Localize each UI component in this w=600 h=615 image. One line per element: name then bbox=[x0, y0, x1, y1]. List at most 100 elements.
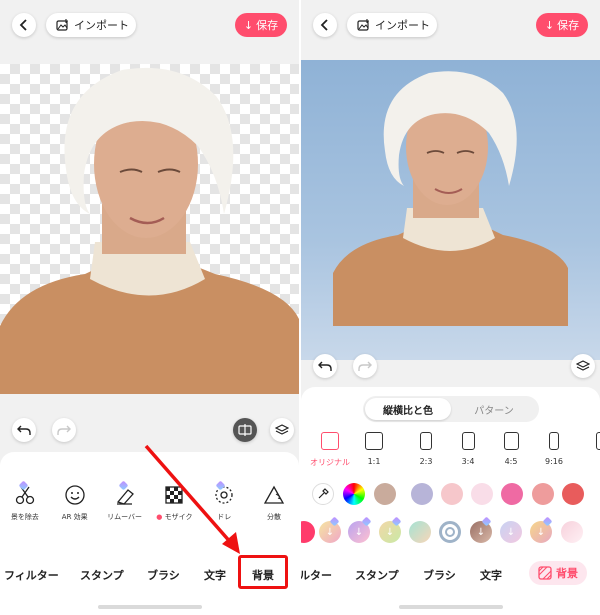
gradient-swatch-7[interactable]: ↓ bbox=[500, 521, 522, 543]
gradient-swatch-9[interactable] bbox=[561, 521, 583, 543]
eyedropper-button[interactable] bbox=[312, 483, 334, 505]
color-swatch-3[interactable] bbox=[441, 483, 463, 505]
image-add-icon bbox=[56, 19, 68, 31]
ratio-4-5[interactable]: 4:5 bbox=[496, 432, 526, 466]
save-button[interactable]: ↓ 保存 bbox=[536, 13, 588, 37]
ratio-box bbox=[420, 432, 432, 450]
redo-button[interactable] bbox=[353, 354, 377, 378]
layers-button[interactable] bbox=[571, 354, 595, 378]
image-add-icon bbox=[357, 19, 369, 31]
annotation-arrow bbox=[144, 444, 240, 554]
ratio-box bbox=[461, 432, 475, 450]
tab-stamp[interactable]: スタンプ bbox=[355, 567, 399, 583]
tab-background-active[interactable]: 背景 bbox=[529, 561, 587, 585]
download-icon: ↓ bbox=[506, 526, 516, 538]
back-button[interactable] bbox=[313, 13, 337, 37]
ratio-box bbox=[365, 432, 383, 450]
redo-icon bbox=[358, 361, 372, 371]
tab-brush[interactable]: ブラシ bbox=[423, 567, 456, 583]
save-button[interactable]: ↓ 保存 bbox=[235, 13, 287, 37]
compare-button[interactable] bbox=[233, 418, 257, 442]
download-icon: ↓ bbox=[476, 526, 486, 538]
color-swatch-7[interactable] bbox=[562, 483, 584, 505]
chevron-left-icon bbox=[320, 19, 328, 31]
ratio-box bbox=[596, 432, 600, 450]
color-swatch-6[interactable] bbox=[532, 483, 554, 505]
segment-aspect-color[interactable]: 縦横比と色 bbox=[365, 398, 451, 420]
undo-button[interactable] bbox=[313, 354, 337, 378]
ratio-label: 3:4 bbox=[461, 457, 475, 466]
ratio-label: オリジナル bbox=[310, 458, 350, 467]
tool-label: 景を除去 bbox=[10, 513, 39, 521]
layers-button[interactable] bbox=[270, 418, 294, 442]
import-label: インポート bbox=[375, 19, 430, 32]
undo-icon bbox=[17, 425, 31, 435]
color-swatch-2[interactable] bbox=[411, 483, 433, 505]
chevron-left-icon bbox=[19, 19, 27, 31]
ratio-more[interactable] bbox=[591, 432, 600, 457]
ratio-label: 1:1 bbox=[367, 457, 381, 466]
tool-disperse[interactable]: 分散 bbox=[249, 484, 299, 534]
import-label: インポート bbox=[74, 19, 129, 32]
color-swatch-1[interactable] bbox=[374, 483, 396, 505]
gradient-swatch-6[interactable]: ↓ bbox=[470, 521, 492, 543]
download-arrow-icon: ↓ bbox=[243, 18, 254, 32]
portrait-image bbox=[333, 71, 568, 326]
ratio-1-1[interactable]: 1:1 bbox=[359, 432, 389, 466]
ratio-label: 4:5 bbox=[504, 457, 518, 466]
download-icon: ↓ bbox=[354, 526, 364, 538]
ratio-box bbox=[503, 432, 519, 450]
ratio-label: 9:16 bbox=[545, 457, 563, 466]
eyedropper-icon bbox=[318, 488, 329, 499]
redo-icon bbox=[57, 425, 71, 435]
color-wheel-swatch[interactable] bbox=[343, 483, 365, 505]
tool-ar-effect[interactable]: AR 効果 bbox=[50, 484, 100, 534]
highlight-box bbox=[238, 555, 288, 589]
undo-icon bbox=[318, 361, 332, 371]
tool-label: AR 効果 bbox=[61, 513, 88, 521]
ratio-3-4[interactable]: 3:4 bbox=[453, 432, 483, 466]
tool-label: 分散 bbox=[267, 513, 282, 521]
layers-icon bbox=[576, 359, 590, 371]
download-icon: ↓ bbox=[385, 526, 395, 538]
import-button[interactable]: インポート bbox=[347, 13, 437, 37]
tab-text[interactable]: 文字 bbox=[204, 567, 226, 583]
home-indicator bbox=[399, 605, 503, 609]
compare-icon bbox=[238, 424, 252, 436]
ratio-label: 2:3 bbox=[419, 457, 433, 466]
smile-icon bbox=[64, 484, 86, 506]
tab-background-label: 背景 bbox=[556, 567, 578, 580]
tab-text[interactable]: 文字 bbox=[480, 567, 502, 583]
import-button[interactable]: インポート bbox=[46, 13, 136, 37]
home-indicator bbox=[98, 605, 202, 609]
download-arrow-icon: ↓ bbox=[544, 18, 555, 32]
segment-pattern[interactable]: パターン bbox=[451, 398, 537, 420]
tab-filter[interactable]: ルター bbox=[301, 567, 332, 583]
color-swatch-5[interactable] bbox=[501, 483, 523, 505]
color-swatch-4[interactable] bbox=[471, 483, 493, 505]
ratio-2-3[interactable]: 2:3 bbox=[411, 432, 441, 466]
background-mode-segment: 縦横比と色 パターン bbox=[363, 396, 539, 422]
download-icon: ↓ bbox=[325, 526, 335, 538]
download-icon: ↓ bbox=[536, 526, 546, 538]
ratio-original-box bbox=[321, 432, 339, 450]
right-screen: インポート ↓ 保存 縦横比と色 パターン オリジナル 1:1 2:3 3:4 … bbox=[301, 0, 600, 615]
background-pattern-icon bbox=[538, 566, 552, 580]
gradient-swatch-1[interactable]: ↓ bbox=[319, 521, 341, 543]
tab-brush[interactable]: ブラシ bbox=[147, 567, 180, 583]
selected-ring-icon bbox=[445, 527, 455, 537]
tool-remove-background[interactable]: 景を除去 bbox=[0, 484, 50, 534]
ratio-box bbox=[549, 432, 559, 450]
gradient-swatch-selected[interactable] bbox=[439, 521, 461, 543]
ratio-original[interactable]: オリジナル bbox=[309, 432, 351, 468]
tab-filter[interactable]: フィルター bbox=[4, 567, 59, 583]
undo-button[interactable] bbox=[12, 418, 36, 442]
triangle-icon bbox=[263, 484, 285, 506]
gradient-swatch-4[interactable] bbox=[409, 521, 431, 543]
ratio-9-16[interactable]: 9:16 bbox=[539, 432, 569, 466]
back-button[interactable] bbox=[12, 13, 36, 37]
redo-button[interactable] bbox=[52, 418, 76, 442]
tab-stamp[interactable]: スタンプ bbox=[80, 567, 124, 583]
layers-icon bbox=[275, 423, 289, 435]
save-label: 保存 bbox=[256, 19, 279, 32]
